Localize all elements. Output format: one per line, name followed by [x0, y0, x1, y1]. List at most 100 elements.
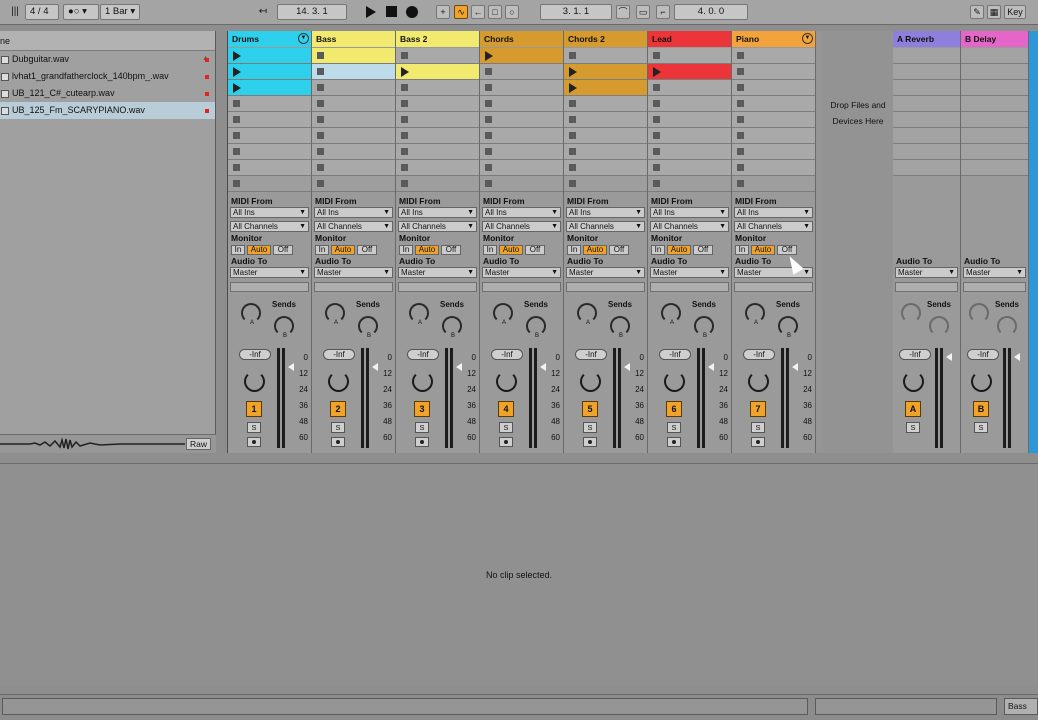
overdub-icon[interactable]: +: [436, 5, 450, 19]
clip-slot[interactable]: [564, 64, 647, 80]
clip-slot[interactable]: [732, 80, 815, 96]
arm-button[interactable]: [415, 437, 429, 447]
clip-stop-icon[interactable]: [317, 52, 324, 59]
midi-channel-select[interactable]: All Channels ▼: [734, 221, 813, 232]
arrangement-position-field[interactable]: 14. 3. 1: [277, 4, 347, 20]
clip-slot[interactable]: [648, 160, 731, 176]
midi-from-select[interactable]: All Ins ▼: [734, 207, 813, 218]
track-activator-button[interactable]: 4: [498, 401, 514, 417]
pan-knob[interactable]: [748, 371, 769, 392]
midi-channel-select[interactable]: All Channels ▼: [230, 221, 309, 232]
monitor-off-button[interactable]: Off: [441, 245, 461, 255]
clip-slot[interactable]: [564, 48, 647, 64]
stop-all-icon[interactable]: [737, 180, 744, 187]
clip-stop-icon[interactable]: [317, 100, 324, 107]
pan-knob[interactable]: [971, 371, 992, 392]
back-to-arrangement-icon[interactable]: ←: [471, 5, 485, 19]
clip-slot[interactable]: [564, 128, 647, 144]
time-signature-field[interactable]: 4 / 4: [25, 4, 59, 20]
clip-stop-icon[interactable]: [653, 132, 660, 139]
automation-arm-icon[interactable]: ∿: [454, 5, 468, 19]
clip-stop-icon[interactable]: [653, 164, 660, 171]
clip-slot[interactable]: [228, 64, 311, 80]
monitor-in-button[interactable]: In: [315, 245, 329, 255]
clip-slot[interactable]: [228, 144, 311, 160]
monitor-in-button[interactable]: In: [231, 245, 245, 255]
track-activator-button[interactable]: 5: [582, 401, 598, 417]
clip-slot[interactable]: [732, 160, 815, 176]
computer-keyboard-icon[interactable]: ▦: [987, 5, 1001, 19]
monitor-auto-button[interactable]: Auto: [331, 245, 355, 255]
clip-slot[interactable]: [228, 96, 311, 112]
browser-file-item[interactable]: UB_125_Fm_SCARYPIANO.wav: [0, 102, 215, 119]
clip-stop-icon[interactable]: [569, 100, 576, 107]
clip-stop-icon[interactable]: [569, 164, 576, 171]
send-b-knob[interactable]: [929, 316, 949, 336]
clip-stop-icon[interactable]: [485, 148, 492, 155]
pan-knob[interactable]: [244, 371, 265, 392]
clip-slot[interactable]: [648, 80, 731, 96]
send-a-knob[interactable]: [969, 303, 989, 323]
stop-icon[interactable]: [386, 6, 397, 17]
clip-slot[interactable]: [396, 160, 479, 176]
metronome-button[interactable]: ●○ ▾: [63, 4, 99, 20]
audio-to-select[interactable]: Master ▼: [314, 267, 393, 278]
midi-from-select[interactable]: All Ins ▼: [314, 207, 393, 218]
arm-button[interactable]: [667, 437, 681, 447]
clip-slot[interactable]: [732, 64, 815, 80]
clip-stop-icon[interactable]: [233, 132, 240, 139]
session-record-icon[interactable]: □: [488, 5, 502, 19]
loop-switch-icon[interactable]: ▭: [636, 5, 650, 19]
monitor-in-button[interactable]: In: [651, 245, 665, 255]
clip-stop-icon[interactable]: [653, 148, 660, 155]
clip-stop-icon[interactable]: [485, 132, 492, 139]
loop-start-field[interactable]: 3. 1. 1: [540, 4, 612, 20]
clip-play-icon[interactable]: [401, 67, 409, 77]
clip-slot[interactable]: [228, 48, 311, 64]
clip-slot[interactable]: [396, 96, 479, 112]
audio-to-select[interactable]: Master ▼: [398, 267, 477, 278]
return-header[interactable]: B Delay: [961, 31, 1028, 47]
arm-button[interactable]: [499, 437, 513, 447]
clip-slot[interactable]: [480, 112, 563, 128]
arm-button[interactable]: [751, 437, 765, 447]
clip-stop-icon[interactable]: [401, 52, 408, 59]
monitor-auto-button[interactable]: Auto: [751, 245, 775, 255]
punch-in-icon[interactable]: ⌒: [616, 5, 630, 19]
browser-file-item[interactable]: UB_121_C#_cutearp.wav: [0, 85, 215, 102]
audio-to-select[interactable]: Master ▼: [566, 267, 645, 278]
clip-slot[interactable]: [564, 160, 647, 176]
track-volume-readout[interactable]: -Inf: [575, 349, 607, 360]
track-activator-button[interactable]: 3: [414, 401, 430, 417]
monitor-off-button[interactable]: Off: [273, 245, 293, 255]
track-header[interactable]: Bass: [312, 31, 395, 47]
clip-slot[interactable]: [732, 112, 815, 128]
track-activator-button[interactable]: 6: [666, 401, 682, 417]
clip-stop-icon[interactable]: [737, 148, 744, 155]
clip-slot[interactable]: [480, 80, 563, 96]
solo-button[interactable]: S: [583, 422, 597, 433]
arm-button[interactable]: [331, 437, 345, 447]
clip-slot[interactable]: [732, 144, 815, 160]
track-volume-readout[interactable]: -Inf: [323, 349, 355, 360]
clip-slot[interactable]: [648, 128, 731, 144]
track-activator-button[interactable]: 7: [750, 401, 766, 417]
audio-to-select[interactable]: Master ▼: [230, 267, 309, 278]
track-header[interactable]: Chords: [480, 31, 563, 47]
audio-to-select[interactable]: Master ▼: [895, 267, 958, 278]
clip-slot[interactable]: [396, 144, 479, 160]
stop-all-icon[interactable]: [401, 180, 408, 187]
clip-stop-icon[interactable]: [233, 148, 240, 155]
solo-button[interactable]: S: [415, 422, 429, 433]
midi-channel-select[interactable]: All Channels ▼: [482, 221, 561, 232]
clip-stop-icon[interactable]: [317, 84, 324, 91]
clip-slot[interactable]: [648, 96, 731, 112]
volume-fader-icon[interactable]: [946, 353, 952, 361]
clip-stop-icon[interactable]: [737, 132, 744, 139]
pan-knob[interactable]: [496, 371, 517, 392]
clip-slot[interactable]: [396, 80, 479, 96]
browser-file-item[interactable]: lvhat1_grandfatherclock_140bpm_.wav: [0, 68, 215, 85]
clip-stop-icon[interactable]: [233, 164, 240, 171]
clip-slot[interactable]: [480, 160, 563, 176]
track-volume-readout[interactable]: -Inf: [743, 349, 775, 360]
